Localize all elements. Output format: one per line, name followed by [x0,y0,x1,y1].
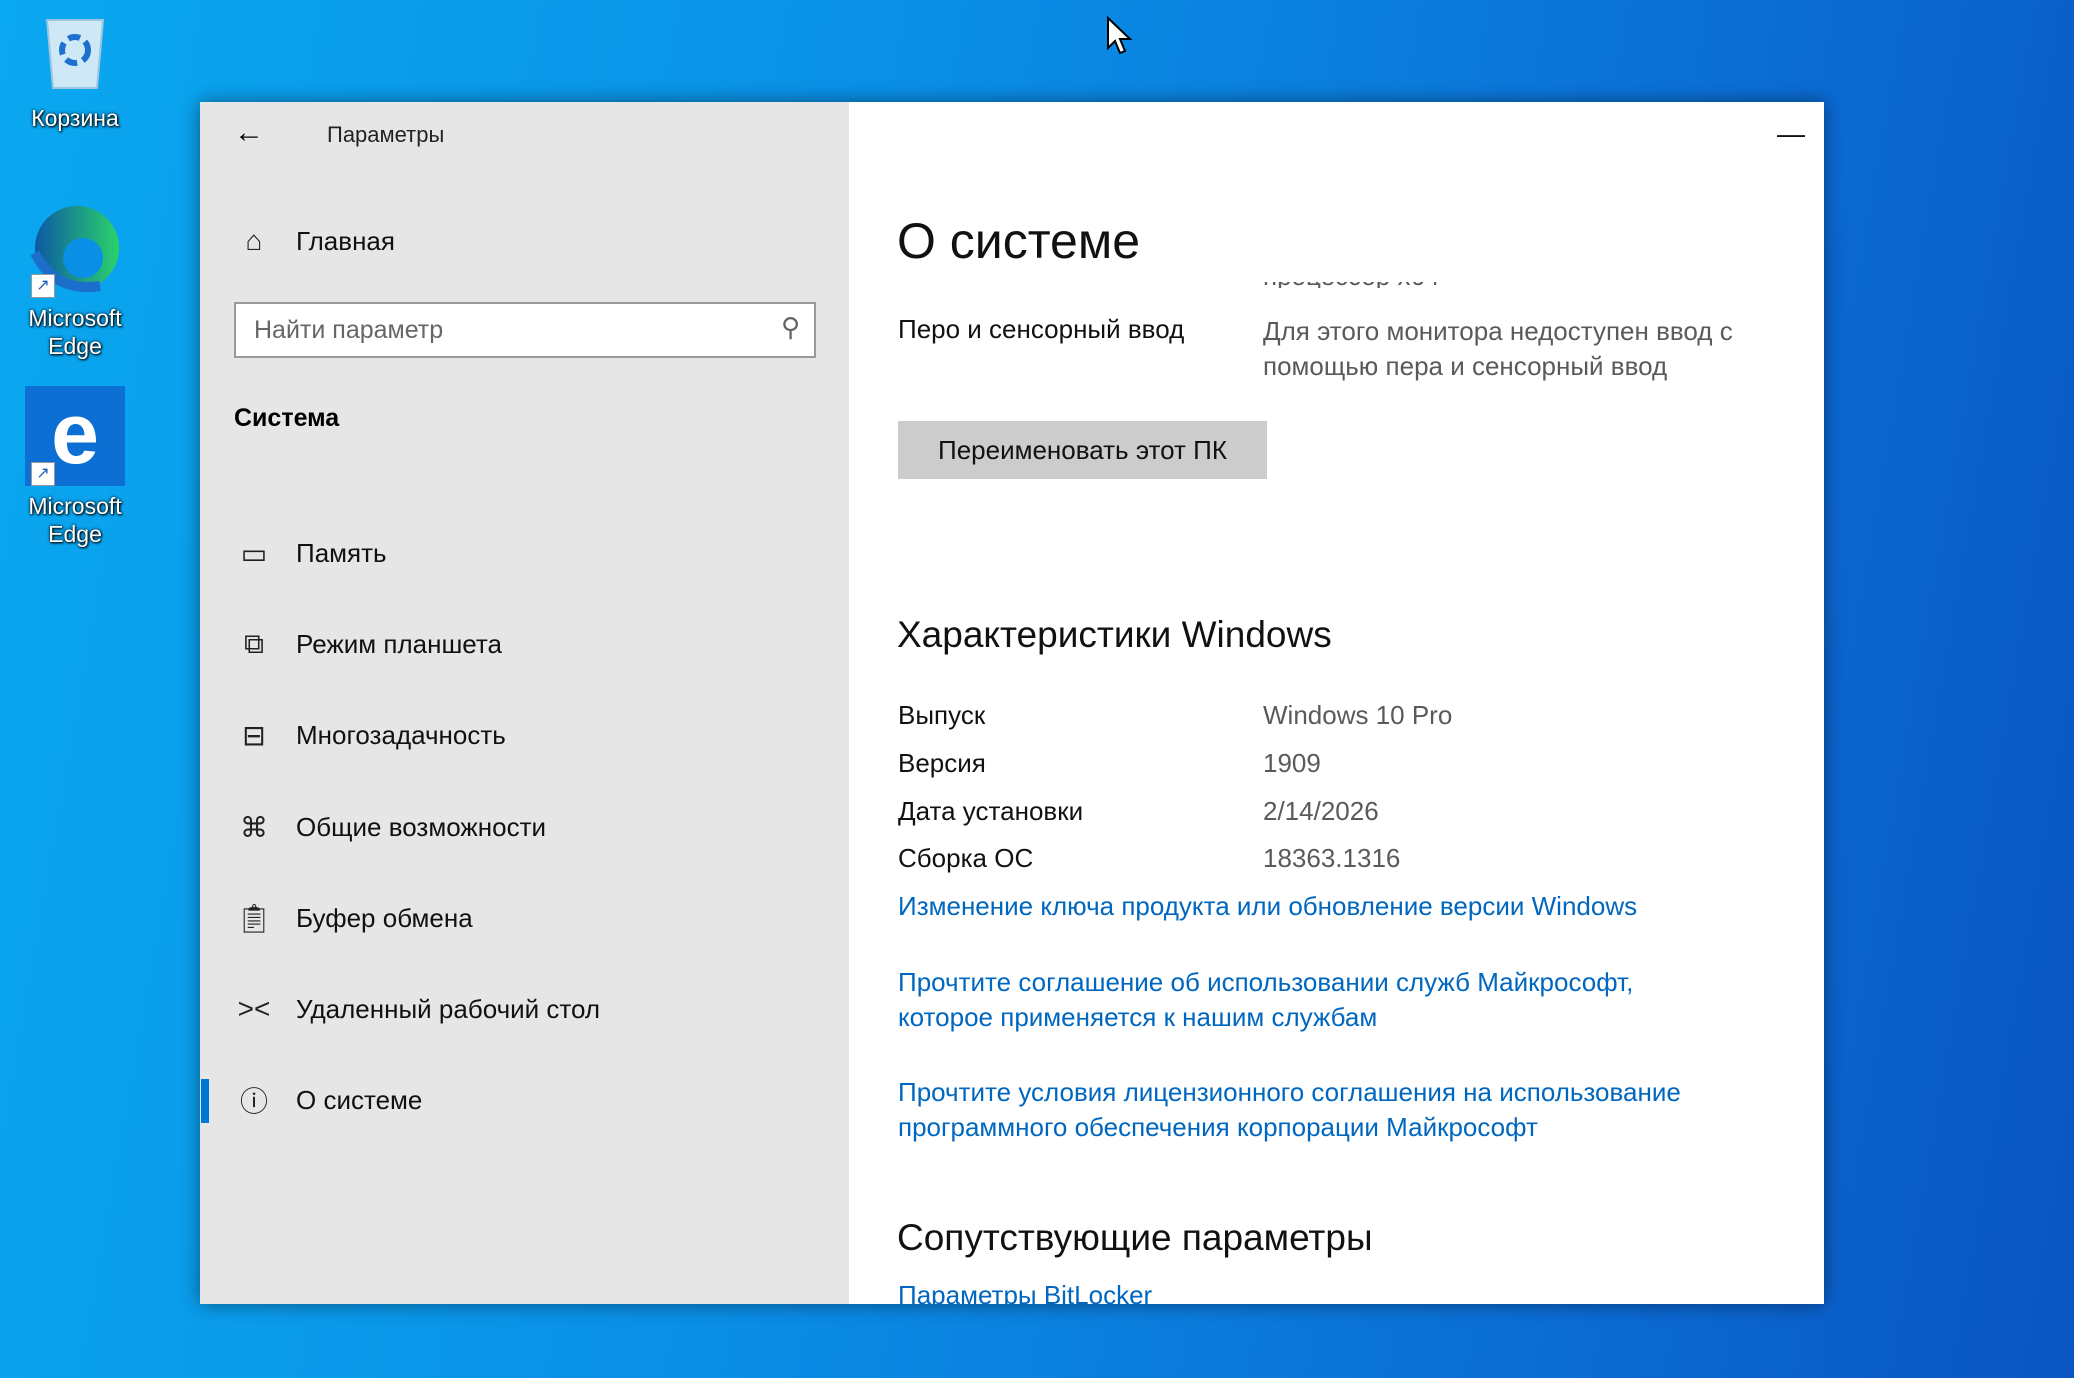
info-icon: ⓘ [239,1086,268,1117]
sidebar-item-multitasking[interactable]: ⊟ Многозадачность [200,700,849,770]
edge-legacy-icon: e ↗ [25,386,125,486]
product-key-link[interactable]: Изменение ключа продукта или обновление … [898,891,1637,922]
active-indicator [201,1079,209,1123]
spec-label: Сборка ОС [898,843,1034,873]
sidebar-item-label: Главная [296,225,395,256]
sidebar-item-label: Буфер обмена [296,902,473,933]
shortcut-arrow-icon: ↗ [31,274,55,298]
settings-window: ← Параметры ⌂ Главная Найти параметр ⚲ С… [200,102,1824,1304]
services-agreement-link[interactable]: Прочтите соглашение об использовании слу… [898,967,1633,998]
windows-specs-heading: Характеристики Windows [897,614,1332,655]
bitlocker-link[interactable]: Параметры BitLocker [898,1280,1152,1304]
search-input[interactable]: Найти параметр ⚲ [234,302,816,358]
multitasking-icon: ⊟ [242,719,266,751]
sidebar-item-clipboard[interactable]: 📋︎ Буфер обмена [200,883,849,953]
related-settings-heading: Сопутствующие параметры [897,1217,1373,1258]
sidebar-item-shared-experiences[interactable]: ⌘ Общие возможности [200,792,849,862]
home-icon: ⌂ [245,225,263,256]
sidebar-item-label: Режим планшета [296,628,502,659]
desktop-icon-edge-chromium[interactable]: ↗ Microsoft Edge [10,198,140,360]
storage-icon: ▭ [240,537,268,569]
spec-label: Выпуск [898,700,986,730]
page-title: О системе [897,213,1141,269]
content-pane: процессор x64 О системе — ✕ Перо и сенсо… [849,102,1824,1304]
sidebar-item-label: Удаленный рабочий стол [296,993,601,1024]
recycle-bin-icon [25,14,125,114]
sidebar-item-home[interactable]: ⌂ Главная [200,206,849,276]
pen-touch-label: Перо и сенсорный ввод [898,314,1185,344]
pen-touch-value: Для этого монитора недоступен ввод с [1263,316,1733,346]
sidebar-item-tablet-mode[interactable]: ⧉ Режим планшета [200,609,849,679]
sidebar-item-about[interactable]: ⓘ О системе [200,1065,849,1135]
pen-touch-value-line2: помощью пера и сенсорный ввод [1263,351,1668,381]
license-terms-link-line2[interactable]: программного обеспечения корпорации Майк… [898,1112,1538,1143]
spec-value: 2/14/2026 [1263,796,1379,826]
mouse-cursor-icon [1107,16,1132,55]
remote-desktop-icon: >< [237,993,271,1024]
license-terms-link[interactable]: Прочтите условия лицензионного соглашени… [898,1077,1681,1108]
edge-icon: ↗ [25,198,125,298]
rename-pc-button[interactable]: Переименовать этот ПК [898,421,1267,479]
window-title: Параметры [327,122,445,147]
sidebar: ← Параметры ⌂ Главная Найти параметр ⚲ С… [200,102,849,1304]
shortcut-arrow-icon: ↗ [31,462,55,486]
spec-label: Версия [898,748,986,778]
back-arrow-icon[interactable]: ← [234,116,264,150]
sidebar-item-label: Многозадачность [296,719,506,750]
section-heading: Система [234,404,340,432]
sidebar-item-label: Общие возможности [296,811,547,842]
spec-value: Windows 10 Pro [1263,700,1453,730]
shared-experiences-icon: ⌘ [240,811,268,843]
services-agreement-link-line2[interactable]: которое применяется к нашим службам [898,1002,1377,1033]
spec-value: 18363.1316 [1263,843,1401,873]
desktop-icon-edge-legacy[interactable]: e ↗ Microsoft Edge [10,386,140,548]
desktop-icon-label: Microsoft Edge [28,305,122,359]
search-icon: ⚲ [780,312,800,342]
sidebar-item-storage[interactable]: ▭ Память [200,518,849,588]
tablet-mode-icon: ⧉ [244,627,264,659]
clipboard-icon: 📋︎ [236,902,272,934]
minimize-button[interactable]: — [1745,102,1824,166]
sidebar-item-label: Память [296,537,387,568]
spec-value: 1909 [1263,748,1321,778]
sidebar-item-remote-desktop[interactable]: >< Удаленный рабочий стол [200,974,849,1044]
sidebar-item-label: О системе [296,1084,423,1115]
search-placeholder: Найти параметр [254,316,444,344]
desktop-icon-label: Microsoft Edge [28,493,122,547]
spec-label: Дата установки [898,796,1084,826]
desktop-icon-recycle-bin[interactable]: Корзина [10,14,140,132]
